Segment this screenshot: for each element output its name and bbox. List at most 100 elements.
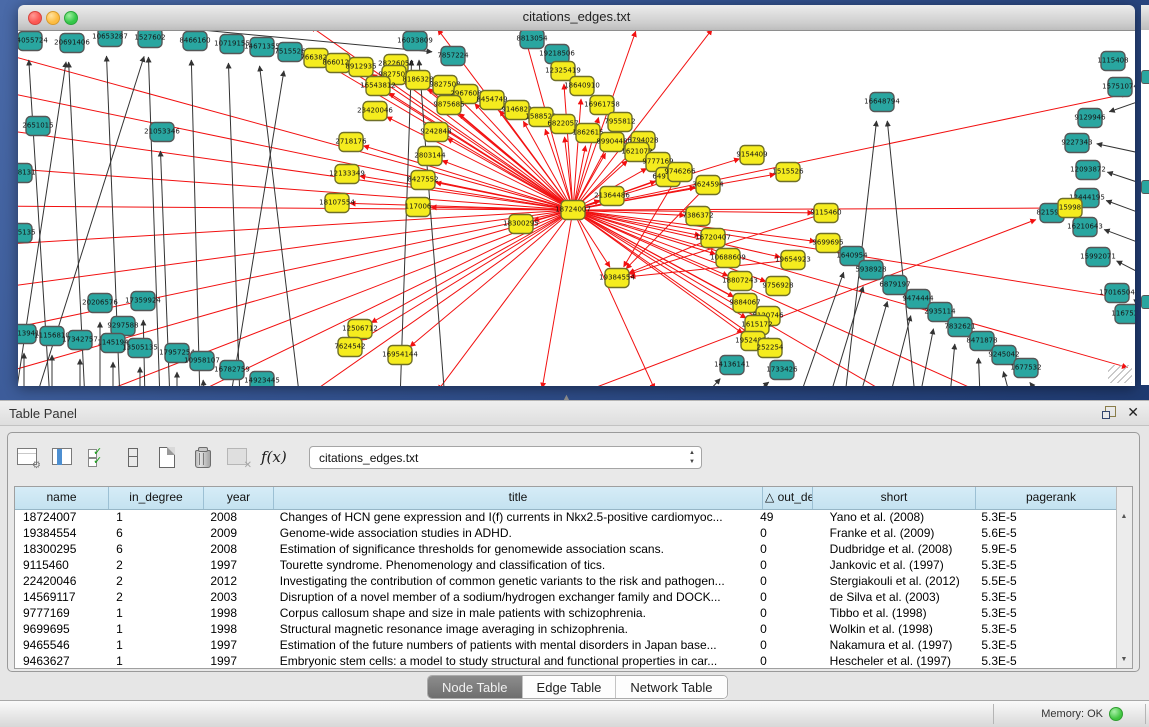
scroll-up-icon[interactable]: ▲: [1118, 511, 1130, 523]
scroll-down-icon[interactable]: ▼: [1118, 654, 1130, 666]
graph-node[interactable]: 9875685: [433, 96, 464, 115]
clear-selection-icon[interactable]: [121, 445, 145, 469]
network-canvas[interactable]: 24055724 2069140610653287 1527602 8466160 10…: [18, 31, 1135, 386]
graph-node[interactable]: 16648794: [864, 93, 900, 112]
graph-node[interactable]: 1527602: [134, 31, 165, 48]
graph-node[interactable]: 14136141: [714, 356, 750, 375]
graph-node[interactable]: 2803144: [414, 147, 446, 166]
graph-node[interactable]: 8466160: [179, 32, 210, 51]
citation-network-graph[interactable]: 24055724 2069140610653287 1527602 8466160 10…: [18, 31, 1135, 386]
graph-node[interactable]: 9227343: [1061, 134, 1092, 153]
graph-node[interactable]: 19384554: [599, 269, 635, 288]
splitter-collapse-icon[interactable]: ▲: [562, 392, 571, 402]
table-row[interactable]: 1938455462009Genome-wide association stu…: [15, 525, 1117, 541]
graph-node[interactable]: 18807243: [722, 272, 758, 291]
graph-node[interactable]: 9297588: [107, 317, 138, 336]
graph-node[interactable]: 19654923: [775, 251, 811, 270]
column-header-short[interactable]: short: [813, 487, 976, 509]
function-builder-icon[interactable]: f(x): [261, 445, 285, 469]
graph-node[interactable]: 15751074: [1102, 78, 1135, 97]
graph-node[interactable]: 24055724: [18, 32, 48, 51]
graph-node[interactable]: 18300295: [503, 215, 539, 234]
graph-node[interactable]: 10688609: [710, 249, 746, 268]
graph-node[interactable]: 15998: [1058, 199, 1082, 218]
graph-node[interactable]: 12093872: [1070, 161, 1106, 180]
graph-node[interactable]: 9129946: [1074, 109, 1106, 128]
graph-node[interactable]: 16033809: [397, 32, 433, 51]
graph-node[interactable]: 16210643: [1067, 218, 1103, 237]
graph-node[interactable]: 9115460: [810, 204, 841, 223]
graph-node[interactable]: 7955812: [604, 113, 635, 132]
graph-node[interactable]: 1677532: [1010, 359, 1041, 378]
graph-node[interactable]: 252254: [757, 339, 784, 358]
graph-node[interactable]: 12133349: [329, 165, 365, 184]
graph-node[interactable]: 8813054: [516, 31, 548, 49]
graph-node[interactable]: 1515526: [772, 163, 804, 182]
graph-node[interactable]: 1733426: [766, 361, 798, 380]
table-row[interactable]: 946362711997Embryonic stem cells: a mode…: [15, 653, 1117, 668]
graph-node[interactable]: 18107554: [319, 194, 355, 213]
graph-node[interactable]: 20691406: [54, 34, 90, 53]
tab-node-table[interactable]: Node Table: [428, 676, 523, 698]
graph-node[interactable]: 7857224: [437, 47, 469, 66]
graph-node[interactable]: 8912935: [345, 58, 376, 77]
graph-node[interactable]: 16954144: [382, 346, 418, 365]
graph-node[interactable]: 9756928: [762, 277, 793, 296]
graph-node[interactable]: 2651015: [22, 117, 53, 136]
table-row[interactable]: 911546021997Tourette syndrome. Phenomeno…: [15, 557, 1117, 573]
graph-node[interactable]: 9746266: [664, 163, 696, 182]
graph-node[interactable]: 7624542: [334, 338, 365, 357]
select-all-rows-icon[interactable]: ✓✓: [86, 445, 110, 469]
graph-node[interactable]: 15992071: [1080, 248, 1116, 267]
graph-node[interactable]: 10653287: [92, 31, 128, 47]
svg-text:7624542: 7624542: [334, 343, 365, 351]
graph-node[interactable]: 20206576: [82, 294, 118, 313]
table-row[interactable]: 1830029562008Estimation of significance …: [15, 541, 1117, 557]
column-header-pagerank[interactable]: pagerank: [976, 487, 1127, 509]
graph-node[interactable]: 5938928: [855, 261, 886, 280]
graph-node[interactable]: 7386372: [682, 207, 713, 226]
graph-node[interactable]: 21053346: [144, 123, 180, 142]
tab-network-table[interactable]: Network Table: [616, 676, 726, 698]
graph-node[interactable]: 1115408: [1097, 52, 1128, 71]
column-header-title[interactable]: title: [274, 487, 763, 509]
graph-node[interactable]: 9242848: [420, 123, 451, 142]
network-window-titlebar[interactable]: citations_edges.txt: [18, 5, 1135, 31]
column-header-year[interactable]: year: [204, 487, 274, 509]
table-scrollbar[interactable]: ▲ ▼: [1116, 487, 1132, 668]
graph-node[interactable]: 9699695: [812, 234, 843, 253]
table-row[interactable]: 946554611997Estimation of the future num…: [15, 637, 1117, 653]
delete-column-icon[interactable]: [191, 445, 215, 469]
column-visibility-icon[interactable]: [51, 445, 75, 469]
cell: 0: [756, 557, 806, 573]
graph-node[interactable]: 21364486: [594, 187, 630, 206]
table-selector-dropdown[interactable]: citations_edges.txt ▲▼: [309, 446, 702, 469]
table-row[interactable]: 977716911998Corpus callosum shape and si…: [15, 605, 1117, 621]
graph-node[interactable]: 9154409: [736, 146, 767, 165]
new-column-icon[interactable]: [156, 445, 180, 469]
tab-edge-table[interactable]: Edge Table: [523, 676, 617, 698]
column-header-in_degree[interactable]: in_degree: [109, 487, 204, 509]
table-row[interactable]: 969969511998Structural magnetic resonanc…: [15, 621, 1117, 637]
graph-node[interactable]: 16961758: [584, 96, 620, 115]
table-row[interactable]: 2242004622012Investigating the contribut…: [15, 573, 1117, 589]
float-panel-icon[interactable]: [1102, 406, 1115, 419]
graph-node[interactable]: 3624594: [692, 176, 724, 195]
table-row[interactable]: 1456911722003Disruption of a novel membe…: [15, 589, 1117, 605]
column-header-name[interactable]: name: [15, 487, 109, 509]
graph-node[interactable]: 1167533: [1111, 305, 1135, 324]
graph-node[interactable]: 14923445: [244, 372, 280, 387]
graph-node[interactable]: 2198131: [18, 164, 36, 183]
graph-node[interactable]: 2718176: [335, 133, 367, 152]
graph-node[interactable]: 8427552: [407, 171, 438, 190]
graph-node[interactable]: 5905135: [18, 224, 36, 243]
table-row[interactable]: 1872400712008Changes of HCN gene express…: [15, 509, 1117, 525]
graph-node[interactable]: 117006: [405, 198, 432, 217]
graph-node[interactable]: 17016504: [1099, 284, 1135, 303]
graph-node[interactable]: 19218506: [539, 45, 575, 64]
close-panel-icon[interactable]: ✕: [1127, 405, 1139, 419]
table-mode-icon[interactable]: ⚙: [16, 445, 40, 469]
memory-ok-indicator[interactable]: [1109, 707, 1123, 721]
column-header-out_de[interactable]: △ out_de...: [763, 487, 813, 509]
window-resize-grip[interactable]: [1108, 365, 1132, 383]
